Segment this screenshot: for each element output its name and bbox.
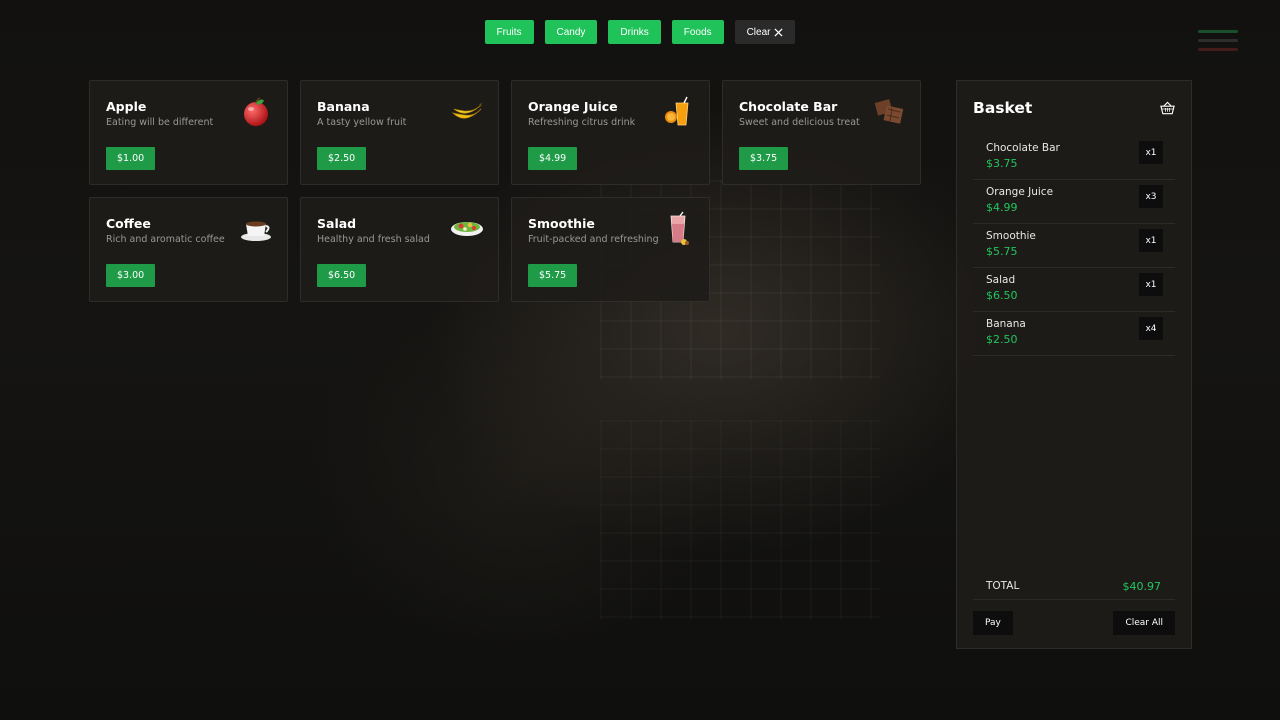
- basket-panel: Basket Chocolate Bar $3.75 x1 Orange Jui…: [956, 80, 1192, 649]
- product-card-orange-juice: Orange Juice Refreshing citrus drink $4.…: [511, 80, 710, 185]
- background-window-reflection: [600, 420, 880, 620]
- close-icon: [774, 27, 784, 37]
- category-filter-bar: Fruits Candy Drinks Foods Clear: [0, 20, 1280, 44]
- basket-item-price: $2.50: [986, 333, 1018, 346]
- add-salad-button[interactable]: $6.50: [317, 264, 367, 287]
- basket-item: Chocolate Bar $3.75 x1: [973, 136, 1175, 180]
- basket-item-quantity[interactable]: x1: [1139, 141, 1163, 164]
- salad-icon: [451, 222, 483, 236]
- total-label: TOTAL: [986, 580, 1020, 592]
- product-card-chocolate-bar: Chocolate Bar Sweet and delicious treat …: [722, 80, 921, 185]
- basket-icon: [1160, 101, 1175, 115]
- basket-item-name: Chocolate Bar: [986, 142, 1060, 154]
- basket-item: Orange Juice $4.99 x3: [973, 180, 1175, 224]
- basket-item-name: Salad: [986, 274, 1016, 286]
- product-description: Rich and aromatic coffee: [106, 234, 225, 245]
- product-name: Orange Juice: [528, 99, 618, 114]
- add-chocolate-bar-button[interactable]: $3.75: [739, 147, 789, 170]
- product-name: Smoothie: [528, 216, 595, 231]
- product-name: Banana: [317, 99, 370, 114]
- filter-foods-button[interactable]: Foods: [671, 20, 724, 44]
- product-description: Refreshing citrus drink: [528, 117, 636, 128]
- basket-item-price: $5.75: [986, 245, 1018, 258]
- basket-item-name: Smoothie: [986, 230, 1036, 242]
- basket-title: Basket: [973, 99, 1033, 117]
- coffee-icon: [241, 221, 271, 241]
- basket-item-quantity[interactable]: x1: [1139, 229, 1163, 252]
- pay-button[interactable]: Pay: [973, 611, 1013, 635]
- product-description: A tasty yellow fruit: [317, 117, 407, 128]
- basket-item-price: $4.99: [986, 201, 1018, 214]
- basket-total-row: TOTAL $40.97: [973, 573, 1175, 600]
- basket-item-price: $3.75: [986, 157, 1018, 170]
- add-smoothie-button[interactable]: $5.75: [528, 264, 578, 287]
- product-card-coffee: Coffee Rich and aromatic coffee $3.00: [89, 197, 288, 302]
- product-description: Eating will be different: [106, 117, 214, 128]
- product-card-apple: Apple Eating will be different $1.00: [89, 80, 288, 185]
- basket-item-list: Chocolate Bar $3.75 x1 Orange Juice $4.9…: [973, 136, 1175, 356]
- basket-item-quantity[interactable]: x3: [1139, 185, 1163, 208]
- add-apple-button[interactable]: $1.00: [106, 147, 156, 170]
- basket-item: Banana $2.50 x4: [973, 312, 1175, 356]
- banana-icon: [451, 103, 482, 119]
- basket-item: Smoothie $5.75 x1: [973, 224, 1175, 268]
- clear-all-button[interactable]: Clear All: [1113, 611, 1175, 635]
- basket-item-quantity[interactable]: x4: [1139, 317, 1163, 340]
- product-card-smoothie: Smoothie Fruit-packed and refreshing $5.…: [511, 197, 710, 302]
- product-name: Chocolate Bar: [739, 99, 838, 114]
- add-orange-juice-button[interactable]: $4.99: [528, 147, 578, 170]
- apple-icon: [244, 97, 268, 126]
- clear-filter-button[interactable]: Clear: [734, 20, 796, 44]
- add-banana-button[interactable]: $2.50: [317, 147, 367, 170]
- filter-fruits-button[interactable]: Fruits: [484, 20, 534, 44]
- filter-candy-button[interactable]: Candy: [544, 20, 598, 44]
- basket-item-name: Banana: [986, 318, 1026, 330]
- chocolate-icon: [874, 99, 904, 124]
- smoothie-icon: [670, 211, 689, 245]
- filter-drinks-button[interactable]: Drinks: [608, 20, 661, 44]
- product-name: Coffee: [106, 216, 151, 231]
- clear-filter-label: Clear: [746, 26, 771, 38]
- orange-juice-icon: [665, 96, 689, 126]
- basket-item-price: $6.50: [986, 289, 1018, 302]
- product-card-salad: Salad Healthy and fresh salad $6.50: [300, 197, 499, 302]
- total-value: $40.97: [1122, 580, 1162, 593]
- product-name: Salad: [317, 216, 357, 231]
- basket-item-quantity[interactable]: x1: [1139, 273, 1163, 296]
- product-description: Sweet and delicious treat: [739, 117, 860, 128]
- basket-item: Salad $6.50 x1: [973, 268, 1175, 312]
- add-coffee-button[interactable]: $3.00: [106, 264, 156, 287]
- product-name: Apple: [106, 99, 147, 114]
- product-card-banana: Banana A tasty yellow fruit $2.50: [300, 80, 499, 185]
- product-description: Fruit-packed and refreshing: [528, 234, 659, 245]
- product-description: Healthy and fresh salad: [317, 234, 430, 245]
- basket-item-name: Orange Juice: [986, 186, 1054, 198]
